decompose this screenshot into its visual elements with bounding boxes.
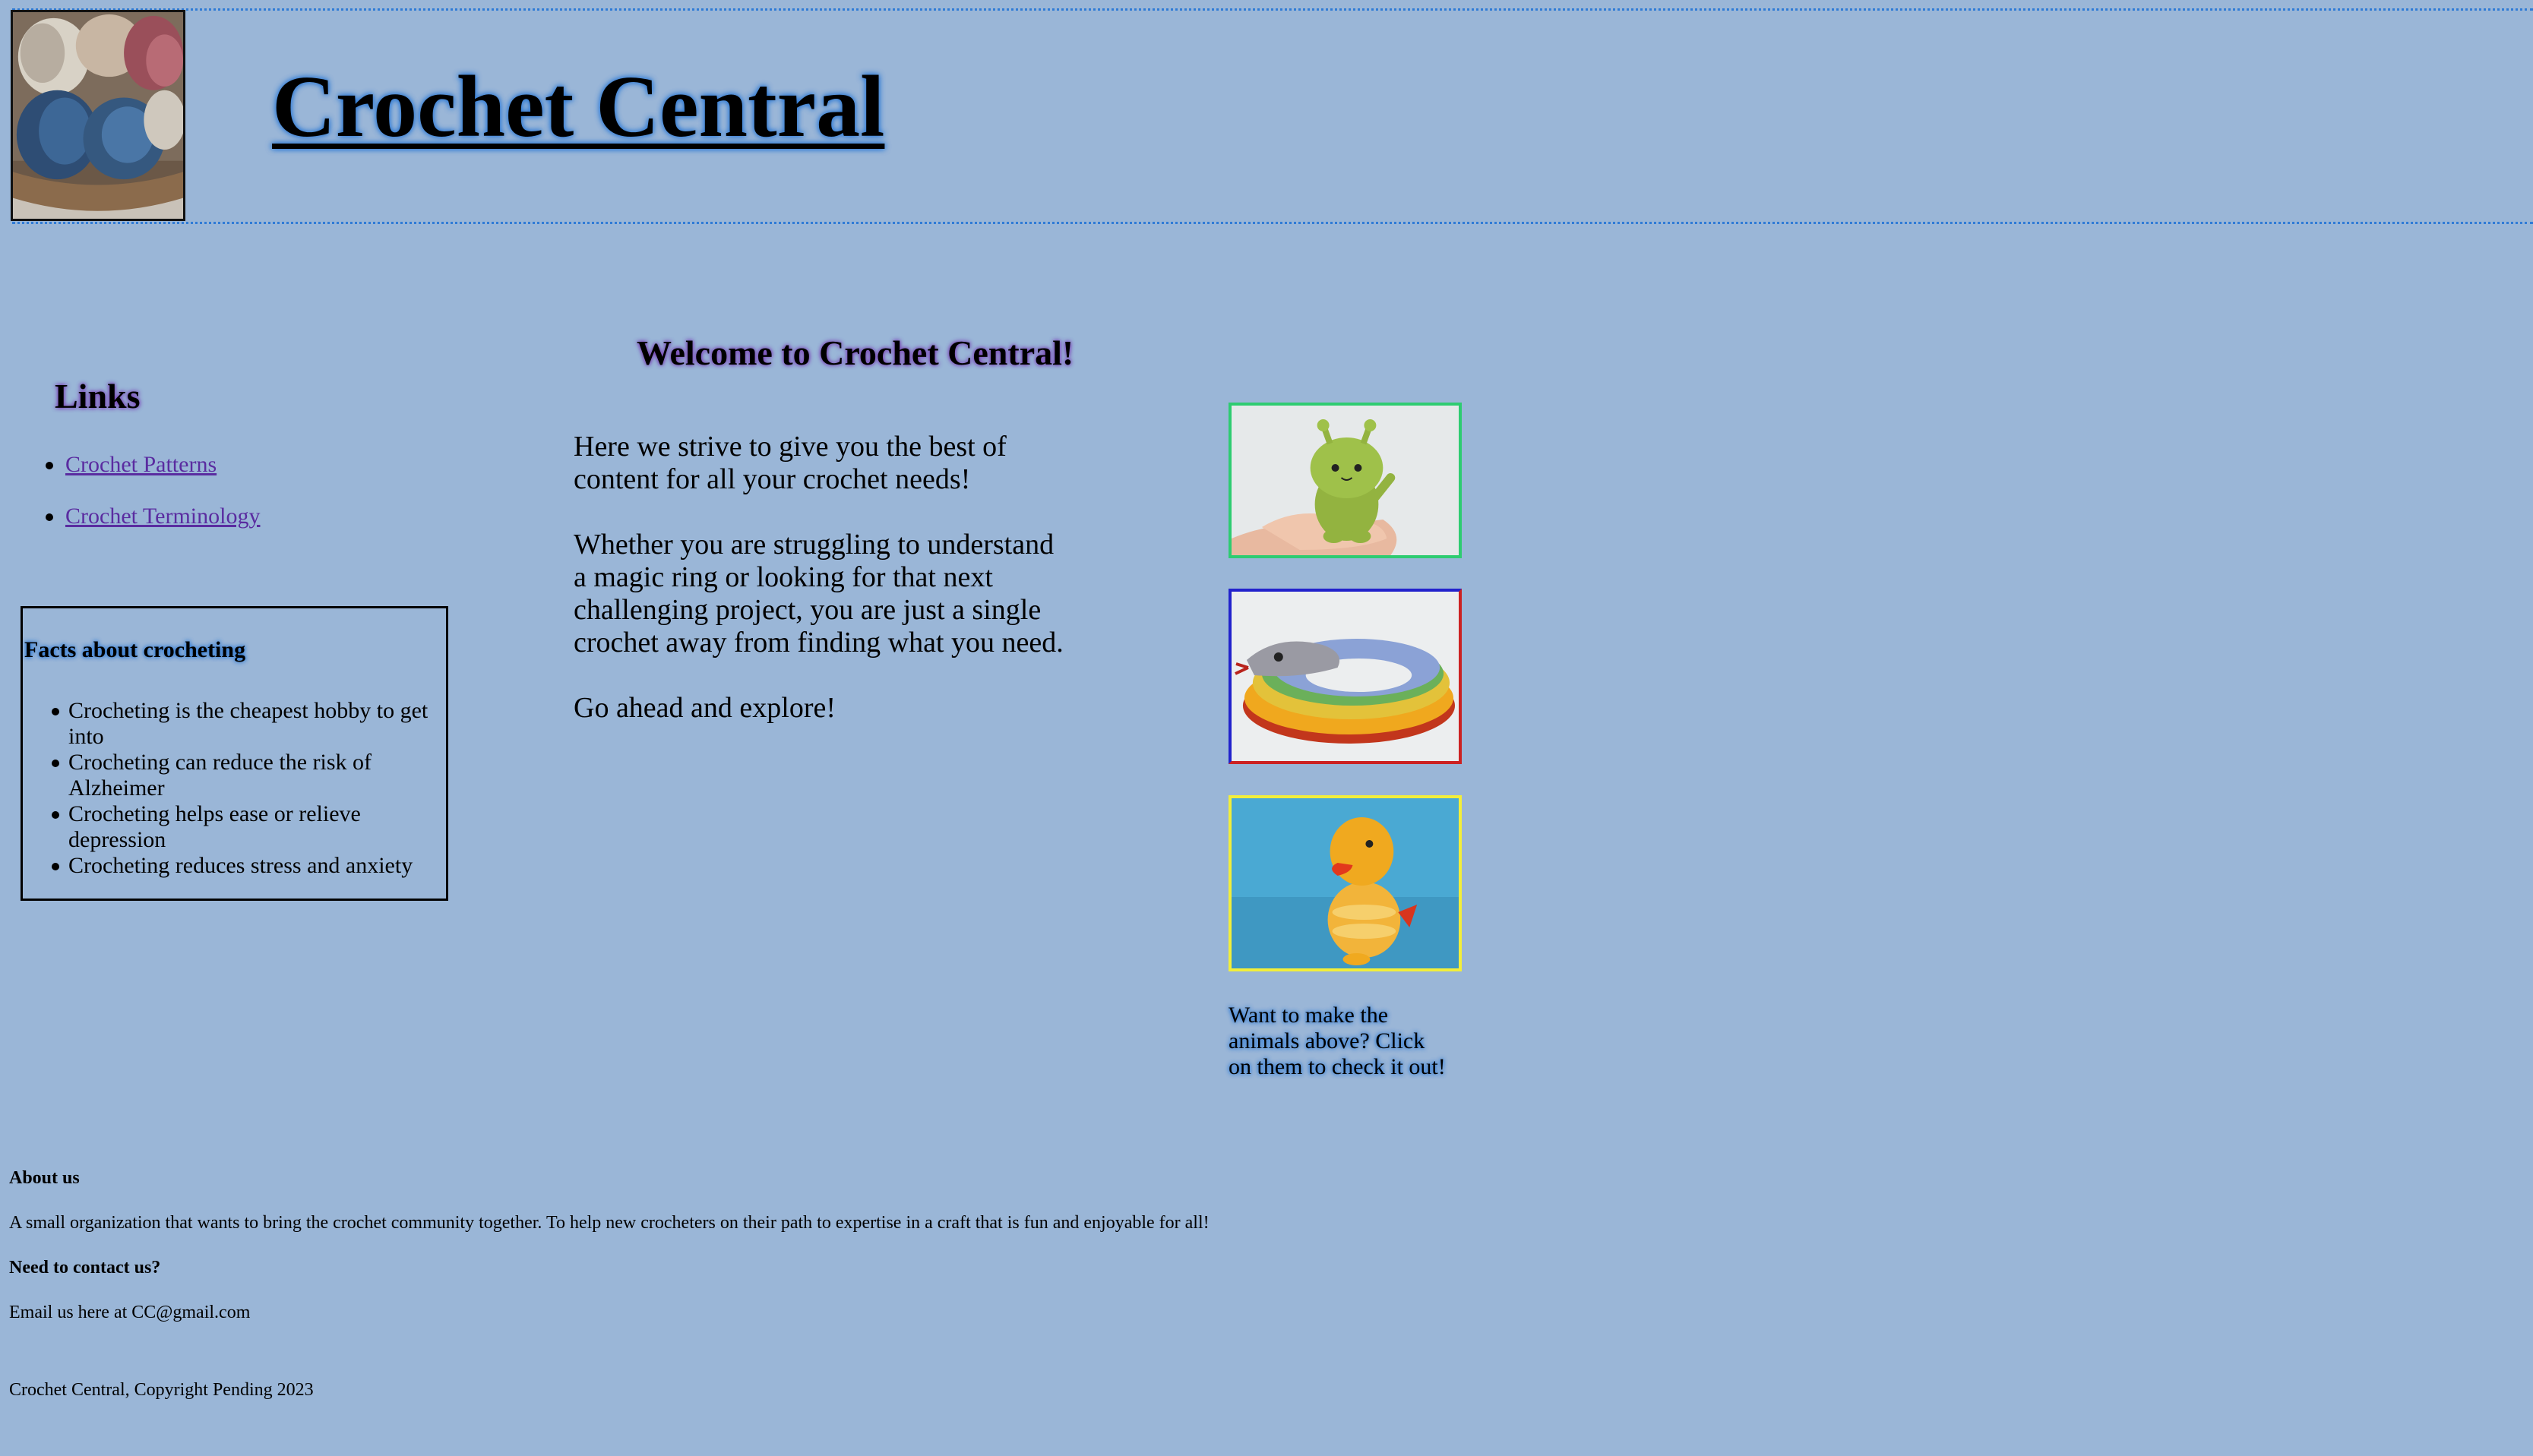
yarn-logo-icon <box>11 10 185 221</box>
fact-item: Crocheting helps ease or relieve depress… <box>49 801 440 853</box>
nav-item-crochet-terminology: Crochet Terminology <box>43 501 260 553</box>
facts-list: Crocheting is the cheapest hobby to get … <box>49 698 440 879</box>
links-heading: Links <box>55 377 141 415</box>
intro-paragraph: Go ahead and explore! <box>574 692 836 724</box>
contact-email-text: Email us here at CC@gmail.com <box>9 1303 251 1322</box>
nav-item-crochet-patterns: Crochet Patterns <box>43 450 260 501</box>
fact-item: Crocheting reduces stress and anxiety <box>49 853 440 879</box>
contact-heading: Need to contact us? <box>9 1258 161 1278</box>
header-top-border <box>12 8 2533 11</box>
site-title[interactable]: Crochet Central <box>272 58 884 156</box>
welcome-heading: Welcome to Crochet Central! <box>637 333 1074 372</box>
duck-amigurumi-image[interactable] <box>1229 795 1462 971</box>
animals-caption: Want to make the animals above? Click on… <box>1229 1003 1446 1079</box>
nav-links-list: Crochet Patterns Crochet Terminology <box>43 450 260 553</box>
about-text: A small organization that wants to bring… <box>9 1213 1210 1233</box>
fact-item: Crocheting is the cheapest hobby to get … <box>49 698 440 750</box>
crochet-terminology-link[interactable]: Crochet Terminology <box>65 504 260 529</box>
fact-item: Crocheting can reduce the risk of Alzhei… <box>49 750 440 801</box>
header-bottom-border <box>12 222 2533 224</box>
facts-heading: Facts about crocheting <box>24 637 246 662</box>
copyright-text: Crochet Central, Copyright Pending 2023 <box>9 1380 314 1400</box>
intro-paragraph: Here we strive to give you the best of c… <box>574 431 1007 495</box>
intro-paragraph: Whether you are struggling to understand… <box>574 529 1064 659</box>
facts-box: Facts about crocheting Crocheting is the… <box>21 606 448 901</box>
alien-amigurumi-image[interactable] <box>1229 403 1462 558</box>
snake-amigurumi-image[interactable] <box>1229 589 1462 764</box>
crochet-patterns-link[interactable]: Crochet Patterns <box>65 452 217 477</box>
about-heading: About us <box>9 1168 80 1188</box>
